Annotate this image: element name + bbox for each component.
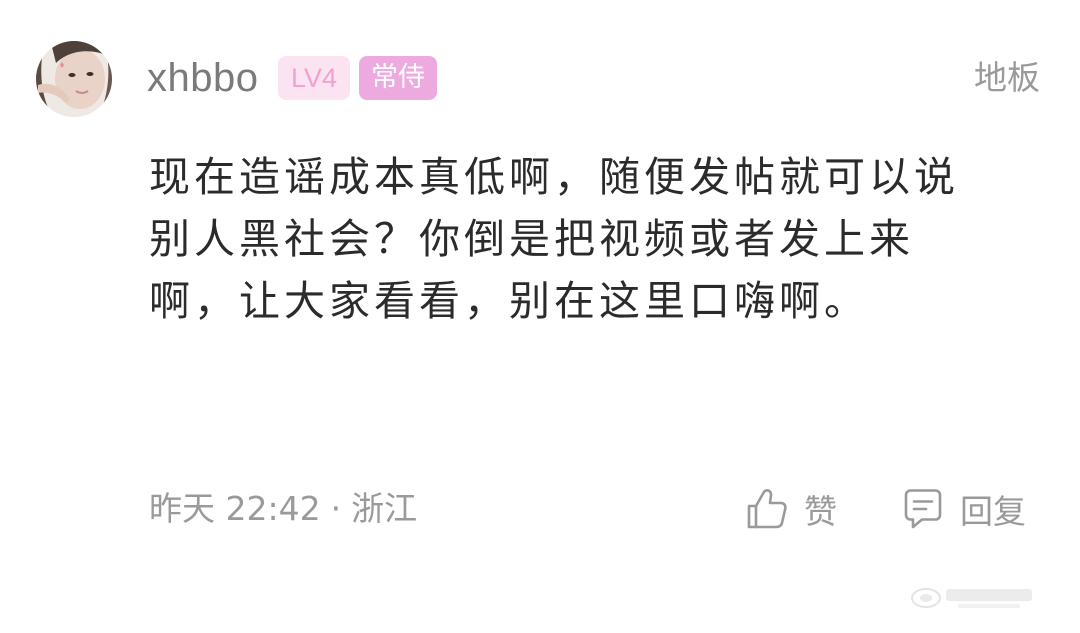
role-badge: 常侍 bbox=[359, 56, 437, 100]
comment-item: xhbbo LV4 常侍 地板 现在造谣成本真低啊，随便发帖就可以说别人黑社会？… bbox=[0, 0, 1080, 633]
avatar-photo-icon bbox=[36, 41, 112, 117]
floor-label: 地板 bbox=[974, 58, 1040, 97]
comment-icon bbox=[904, 489, 942, 529]
comment-content: 现在造谣成本真低啊，随便发帖就可以说别人黑社会？你倒是把视频或者发上来啊，让大家… bbox=[149, 153, 959, 325]
like-button[interactable]: 赞 bbox=[744, 483, 837, 535]
comment-meta: 昨天 22:42 · 浙江 bbox=[149, 485, 417, 533]
avatar[interactable] bbox=[36, 41, 112, 117]
like-label: 赞 bbox=[804, 492, 837, 531]
meta-separator: · bbox=[330, 489, 342, 528]
reply-button[interactable]: 回复 bbox=[900, 483, 1026, 535]
comment-time: 昨天 22:42 bbox=[149, 489, 321, 528]
username[interactable]: xhbbo bbox=[147, 52, 258, 104]
thumbs-up-icon bbox=[747, 489, 787, 529]
level-badge: LV4 bbox=[278, 56, 350, 100]
comment-location: 浙江 bbox=[351, 489, 418, 528]
watermark-logo-icon bbox=[910, 581, 1040, 615]
reply-label: 回复 bbox=[960, 492, 1026, 531]
